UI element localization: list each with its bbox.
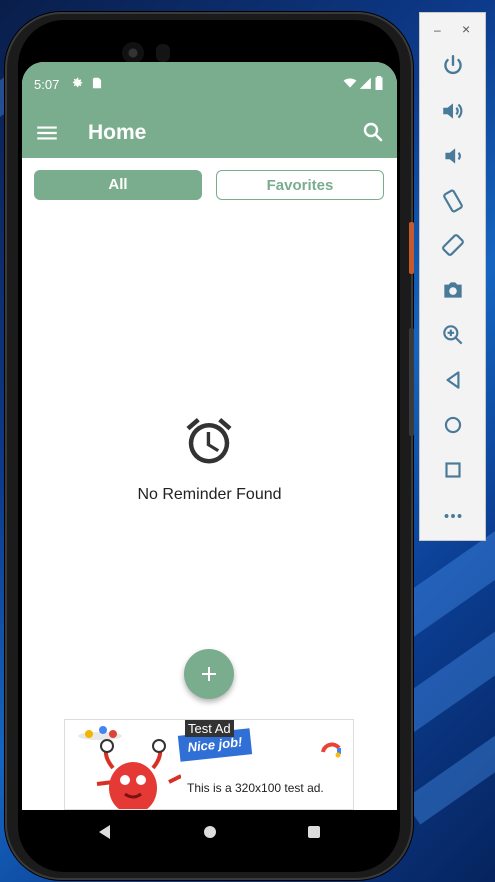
side-button-volume [409, 328, 414, 436]
volume-up-icon[interactable] [440, 98, 466, 124]
home-icon[interactable] [440, 412, 466, 438]
status-time: 5:07 [34, 77, 60, 92]
front-sensor [156, 44, 170, 62]
menu-icon[interactable] [34, 120, 60, 146]
emulator-panel: – × [419, 12, 486, 541]
minimize-button[interactable]: – [434, 23, 441, 37]
ad-mascot-illustration [96, 739, 181, 809]
alarm-clock-icon [186, 418, 232, 464]
tab-favorites[interactable]: Favorites [216, 170, 384, 200]
nav-bar [22, 810, 397, 854]
more-icon[interactable] [440, 503, 466, 529]
back-icon[interactable] [440, 367, 466, 393]
back-icon[interactable] [96, 824, 112, 840]
phone-screen: 5:07 Home All Favorites No Reminder Foun… [22, 62, 397, 810]
side-button-power [409, 222, 414, 274]
ad-text: This is a 320x100 test ad. [187, 781, 324, 795]
camera-icon[interactable] [440, 277, 466, 303]
rotate-left-icon[interactable] [440, 188, 466, 214]
wallpaper-stripe [403, 725, 495, 825]
empty-state-message: No Reminder Found [137, 486, 282, 503]
home-icon[interactable] [202, 824, 218, 840]
volume-down-icon[interactable] [440, 143, 466, 169]
close-button[interactable]: × [462, 21, 470, 37]
signal-icon [359, 77, 371, 89]
overview-icon[interactable] [440, 457, 466, 483]
search-icon[interactable] [361, 120, 385, 144]
zoom-icon[interactable] [440, 322, 466, 348]
app-bar: Home [22, 106, 397, 158]
plus-icon [202, 667, 216, 681]
settings-icon [72, 77, 83, 88]
front-camera [122, 42, 144, 64]
status-bar: 5:07 [22, 62, 397, 106]
overview-icon[interactable] [306, 824, 322, 840]
ad-label: Test Ad [185, 720, 234, 737]
wifi-icon [343, 78, 357, 88]
add-reminder-button[interactable] [184, 649, 234, 699]
power-icon[interactable] [440, 53, 466, 79]
sd-card-icon [92, 77, 102, 89]
ad-banner[interactable]: Nice job! Test Ad This is a 320x100 test… [64, 719, 354, 810]
rotate-right-icon[interactable] [440, 232, 466, 258]
tab-all[interactable]: All [34, 170, 202, 200]
battery-icon [375, 76, 383, 90]
ad-choices-icon[interactable] [319, 734, 343, 758]
page-title: Home [88, 121, 147, 144]
